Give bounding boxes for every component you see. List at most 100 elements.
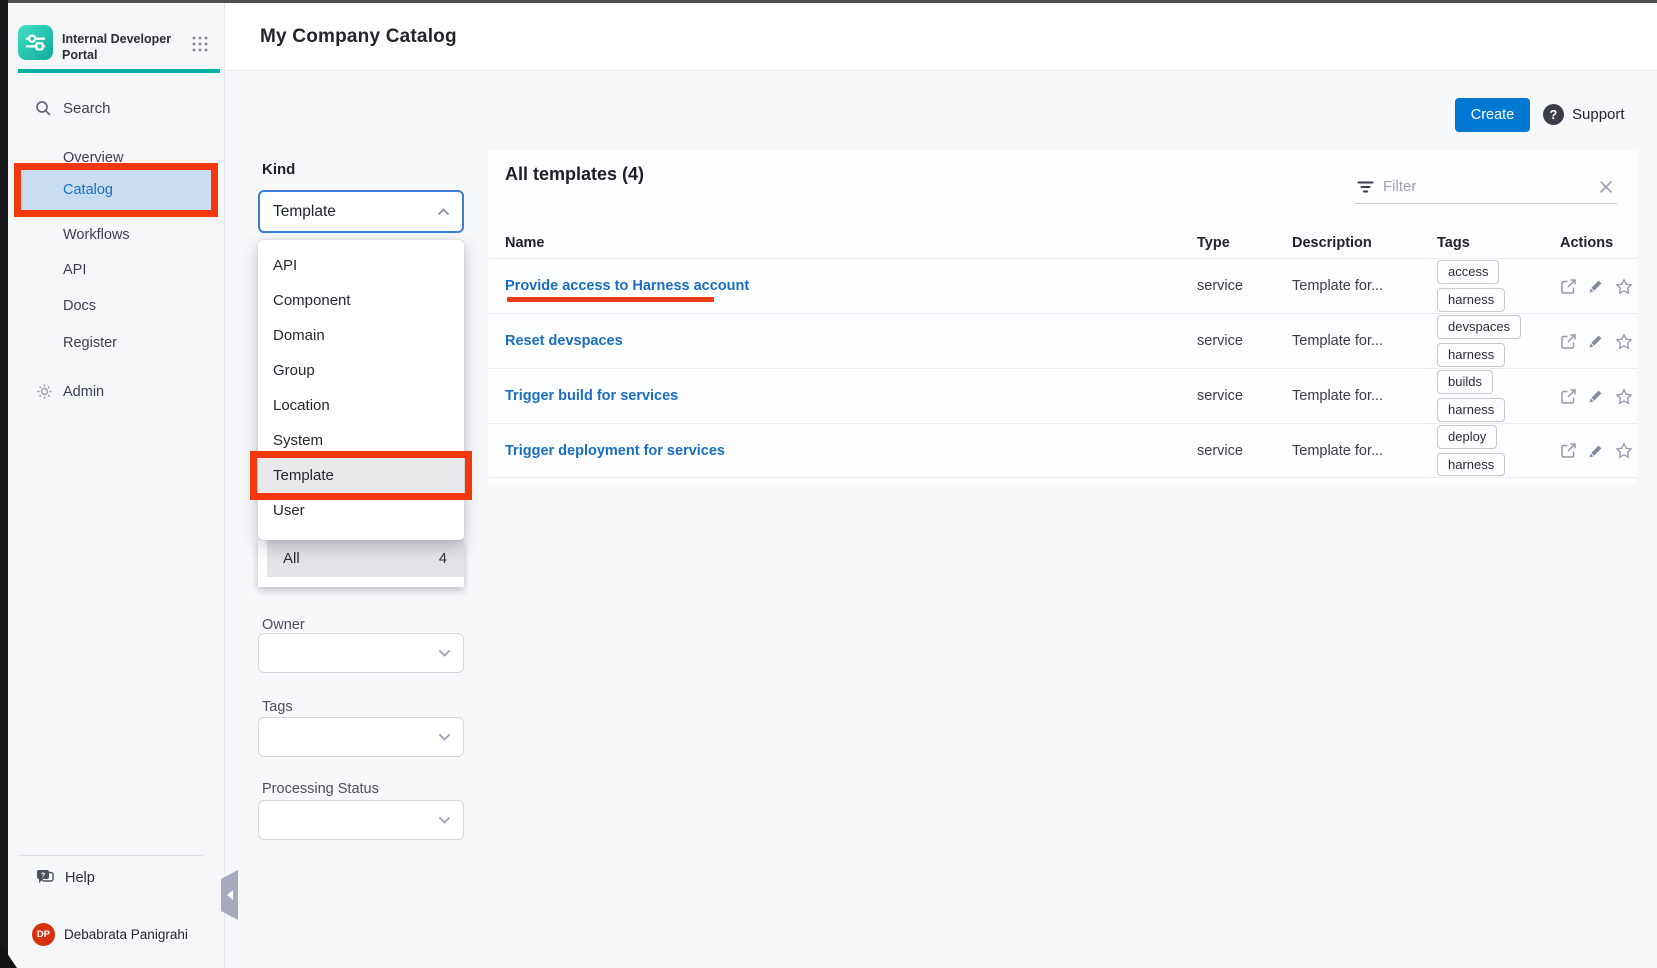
favorite-star-icon[interactable]: [1615, 333, 1633, 350]
kind-option-system[interactable]: System: [258, 423, 464, 458]
tag-chip[interactable]: access: [1437, 260, 1499, 284]
search-icon: [35, 100, 52, 117]
column-header-tags[interactable]: Tags: [1437, 235, 1560, 251]
kind-option-location[interactable]: Location: [258, 388, 464, 423]
processing-status-filter-label: Processing Status: [262, 781, 379, 797]
table-body: Provide access to Harness account servic…: [488, 258, 1637, 478]
template-link[interactable]: Reset devspaces: [488, 314, 1197, 368]
table-row: Trigger deployment for services service …: [488, 423, 1637, 478]
filter-input[interactable]: [1383, 178, 1590, 195]
tag-chip[interactable]: harness: [1437, 288, 1505, 312]
edit-pencil-icon[interactable]: [1588, 333, 1604, 349]
main-content: Create ? Support Kind Template API Compo…: [225, 71, 1657, 968]
kind-select-value: Template: [273, 203, 336, 221]
column-header-description[interactable]: Description: [1292, 235, 1437, 251]
svg-text:?: ?: [41, 870, 46, 879]
tag-chip[interactable]: harness: [1437, 398, 1505, 422]
favorite-star-icon[interactable]: [1615, 442, 1633, 459]
table-row: Reset devspaces service Template for... …: [488, 313, 1637, 368]
open-in-new-icon[interactable]: [1560, 278, 1577, 295]
chevron-down-icon: [438, 816, 451, 824]
kind-option-group[interactable]: Group: [258, 353, 464, 388]
tags-cell: deploy harness: [1437, 425, 1560, 476]
actions-cell: [1560, 442, 1637, 459]
kind-summary-row[interactable]: All 4: [267, 540, 464, 577]
open-in-new-icon[interactable]: [1560, 333, 1577, 350]
actions-cell: [1560, 278, 1637, 295]
window-left-edge: [0, 0, 8, 968]
edit-pencil-icon[interactable]: [1588, 443, 1604, 459]
tags-cell: builds harness: [1437, 370, 1560, 421]
column-header-type[interactable]: Type: [1197, 235, 1292, 251]
tag-chip[interactable]: builds: [1437, 370, 1493, 394]
sidebar-item-workflows[interactable]: Workflows: [63, 227, 130, 243]
sidebar-item-catalog[interactable]: Catalog: [21, 170, 211, 210]
kind-option-user[interactable]: User: [258, 493, 464, 528]
tag-chip[interactable]: devspaces: [1437, 315, 1521, 339]
brand-title: Internal Developer Portal: [62, 31, 180, 63]
description-cell: Template for...: [1292, 388, 1437, 404]
sidebar-divider: [18, 855, 203, 856]
collapse-arrow-icon: [227, 890, 233, 900]
processing-status-select[interactable]: [258, 800, 464, 840]
actions-cell: [1560, 388, 1637, 405]
kind-summary-label: All: [283, 550, 300, 567]
page-header: My Company Catalog: [225, 3, 1657, 71]
apps-grid-icon[interactable]: [191, 35, 209, 53]
support-label: Support: [1572, 106, 1625, 123]
tags-select[interactable]: [258, 717, 464, 757]
page-title: My Company Catalog: [260, 26, 457, 48]
chevron-down-icon: [438, 649, 451, 657]
column-header-name[interactable]: Name: [488, 235, 1197, 251]
brand-divider: [18, 69, 220, 73]
app-logo-icon[interactable]: [18, 25, 53, 60]
template-link[interactable]: Trigger build for services: [488, 369, 1197, 423]
window-top-edge: [0, 0, 1657, 3]
tag-chip[interactable]: deploy: [1437, 425, 1497, 449]
kind-option-api[interactable]: API: [258, 248, 464, 283]
open-in-new-icon[interactable]: [1560, 442, 1577, 459]
owner-select[interactable]: [258, 633, 464, 673]
admin-label: Admin: [63, 384, 104, 400]
gear-icon: [36, 383, 53, 400]
create-button[interactable]: Create: [1455, 98, 1530, 132]
table-row: Provide access to Harness account servic…: [488, 258, 1637, 313]
owner-filter-label: Owner: [262, 617, 305, 633]
edit-pencil-icon[interactable]: [1588, 388, 1604, 404]
favorite-star-icon[interactable]: [1615, 278, 1633, 295]
sidebar: Internal Developer Portal Search Overvie…: [8, 3, 225, 968]
clear-filter-icon[interactable]: [1599, 180, 1613, 194]
sidebar-item-search[interactable]: Search: [35, 100, 111, 117]
search-label: Search: [63, 100, 111, 117]
tag-chip[interactable]: harness: [1437, 453, 1505, 477]
tag-chip[interactable]: harness: [1437, 343, 1505, 367]
sidebar-item-docs[interactable]: Docs: [63, 298, 96, 314]
sidebar-item-api[interactable]: API: [63, 262, 86, 278]
help-button[interactable]: ? Help: [36, 869, 95, 886]
template-link[interactable]: Trigger deployment for services: [488, 424, 1197, 477]
tags-cell: access harness: [1437, 260, 1560, 311]
kind-option-component[interactable]: Component: [258, 283, 464, 318]
sidebar-item-register[interactable]: Register: [63, 335, 117, 351]
kind-summary-card: All 4: [258, 540, 464, 587]
tags-cell: devspaces harness: [1437, 315, 1560, 366]
edit-pencil-icon[interactable]: [1588, 278, 1604, 294]
kind-option-template[interactable]: Template: [258, 458, 464, 493]
kind-select[interactable]: Template: [258, 190, 464, 233]
support-button[interactable]: ? Support: [1543, 104, 1625, 125]
chevron-down-icon: [438, 733, 451, 741]
kind-summary-count: 4: [439, 551, 447, 567]
kind-option-domain[interactable]: Domain: [258, 318, 464, 353]
type-cell: service: [1197, 278, 1292, 294]
filter-icon: [1357, 180, 1374, 194]
user-profile[interactable]: DP Debabrata Panigrahi: [32, 923, 188, 946]
favorite-star-icon[interactable]: [1615, 388, 1633, 405]
template-link[interactable]: Provide access to Harness account: [488, 259, 1197, 313]
help-chat-icon: ?: [36, 869, 55, 886]
open-in-new-icon[interactable]: [1560, 388, 1577, 405]
description-cell: Template for...: [1292, 278, 1437, 294]
table-header-row: Name Type Description Tags Actions: [488, 228, 1637, 258]
sidebar-item-admin[interactable]: Admin: [36, 383, 104, 400]
chevron-up-icon: [437, 208, 450, 216]
kind-filter-label: Kind: [262, 161, 295, 178]
